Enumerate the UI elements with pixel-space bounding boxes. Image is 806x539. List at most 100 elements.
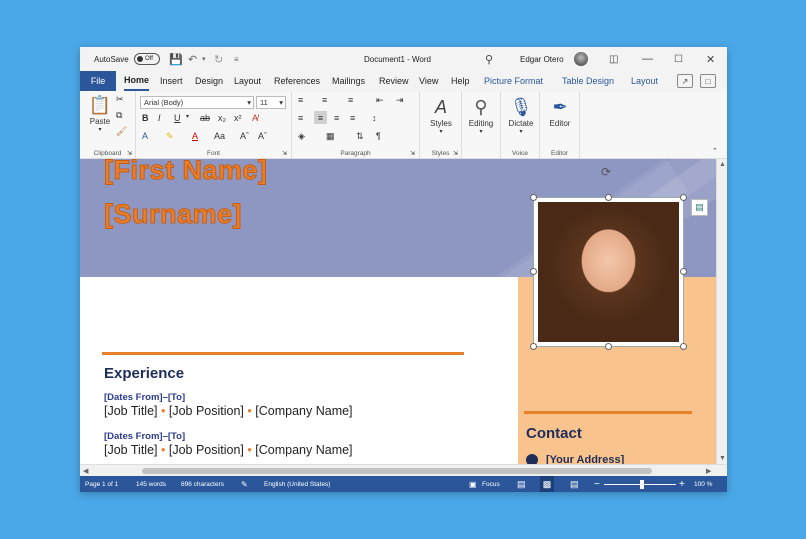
layout-options-icon[interactable]: ▤ <box>691 199 708 216</box>
entry-dates[interactable]: [Dates From]–[To] <box>104 392 185 403</box>
tab-design[interactable]: Design <box>195 71 223 91</box>
zoom-in-icon[interactable]: + <box>679 476 685 492</box>
tab-table-layout[interactable]: Layout <box>631 71 658 91</box>
editor-button[interactable]: ✒ Editor <box>543 95 577 129</box>
clear-formatting-icon[interactable]: A̸ <box>252 113 258 123</box>
shading-icon[interactable]: ◈ <box>298 131 305 142</box>
tab-help[interactable]: Help <box>451 71 470 91</box>
document-area[interactable]: [First Name] [Surname] ⟳ ▤ Experience [D… <box>80 159 716 464</box>
format-painter-icon[interactable]: 🖌 <box>116 126 127 137</box>
web-layout-icon[interactable]: ▤ <box>570 476 579 492</box>
focus-icon[interactable]: ▣ <box>469 476 477 492</box>
clipboard-launcher-icon[interactable]: ⇲ <box>127 150 132 157</box>
document-page[interactable]: [First Name] [Surname] ⟳ ▤ Experience [D… <box>80 159 716 464</box>
minimize-icon[interactable]: — <box>642 47 653 71</box>
superscript-icon[interactable]: x² <box>234 113 242 123</box>
horizontal-scroll-thumb[interactable] <box>142 468 652 474</box>
proofing-icon[interactable]: ✎ <box>241 476 248 492</box>
borders-icon[interactable]: ▦ <box>326 131 335 142</box>
resize-handle[interactable] <box>680 268 687 275</box>
focus-button[interactable]: Focus <box>482 476 500 492</box>
page-count[interactable]: Page 1 of 1 <box>85 476 118 492</box>
maximize-icon[interactable]: ☐ <box>674 47 683 71</box>
scroll-left-icon[interactable]: ◀ <box>83 467 88 475</box>
rotate-handle-icon[interactable]: ⟳ <box>601 165 611 179</box>
save-icon[interactable]: 💾 <box>169 47 183 71</box>
bold-icon[interactable]: B <box>142 113 149 123</box>
numbering-icon[interactable]: ≡ <box>322 95 327 105</box>
collapse-ribbon-icon[interactable]: ⌃ <box>712 147 718 155</box>
justify-icon[interactable]: ≡ <box>350 113 355 123</box>
change-case-icon[interactable]: Aa <box>214 131 225 141</box>
resize-handle[interactable] <box>530 194 537 201</box>
entry-job-line[interactable]: [Job Title] • [Job Position] • [Company … <box>104 443 353 457</box>
experience-heading[interactable]: Experience <box>104 365 184 382</box>
editing-button[interactable]: ⚲ Editing ▾ <box>464 95 498 136</box>
comments-icon[interactable]: □ <box>700 74 716 88</box>
resize-handle[interactable] <box>680 194 687 201</box>
print-layout-icon[interactable]: ▩ <box>540 476 554 492</box>
paragraph-launcher-icon[interactable]: ⇲ <box>410 150 415 157</box>
copy-icon[interactable]: ⧉ <box>116 110 122 121</box>
sort-icon[interactable]: ⇅ <box>356 131 364 142</box>
styles-button[interactable]: A Styles ▾ <box>424 95 458 136</box>
tab-mailings[interactable]: Mailings <box>332 71 365 91</box>
font-color-icon[interactable]: A <box>192 131 198 141</box>
undo-dropdown-icon[interactable]: ▾ <box>202 47 206 71</box>
tab-insert[interactable]: Insert <box>160 71 183 91</box>
language-status[interactable]: English (United States) <box>264 476 330 492</box>
resize-handle[interactable] <box>680 343 687 350</box>
show-formatting-icon[interactable]: ¶ <box>376 131 381 141</box>
font-name-dropdown[interactable]: Arial (Body) ▾ <box>140 96 254 109</box>
contact-heading[interactable]: Contact <box>526 425 582 442</box>
align-center-icon[interactable]: ≡ <box>314 111 327 124</box>
cut-icon[interactable]: ✂ <box>116 94 124 105</box>
highlight-icon[interactable]: ✎ <box>166 131 174 142</box>
grow-font-icon[interactable]: Aˆ <box>240 131 249 141</box>
close-icon[interactable]: ✕ <box>706 47 715 71</box>
character-count[interactable]: 896 characters <box>181 476 224 492</box>
bullets-icon[interactable]: ≡ <box>298 95 303 105</box>
dictate-button[interactable]: 🎙 Dictate ▾ <box>504 95 538 136</box>
user-avatar[interactable] <box>574 47 588 71</box>
resize-handle[interactable] <box>530 343 537 350</box>
address-line[interactable]: [Your Address] <box>526 454 624 464</box>
vertical-scrollbar[interactable]: ▲ ▼ <box>716 159 727 464</box>
resize-handle[interactable] <box>605 343 612 350</box>
styles-launcher-icon[interactable]: ⇲ <box>453 150 458 157</box>
align-left-icon[interactable]: ≡ <box>298 113 303 123</box>
font-launcher-icon[interactable]: ⇲ <box>282 150 287 157</box>
decrease-indent-icon[interactable]: ⇤ <box>376 95 384 106</box>
tab-references[interactable]: References <box>274 71 320 91</box>
subscript-icon[interactable]: x₂ <box>218 113 226 123</box>
word-count[interactable]: 145 words <box>136 476 166 492</box>
underline-icon[interactable]: U <box>174 113 181 123</box>
first-name-placeholder[interactable]: [First Name] <box>104 159 268 186</box>
profile-photo[interactable] <box>533 197 684 347</box>
tab-review[interactable]: Review <box>379 71 409 91</box>
user-name[interactable]: Edgar Otero <box>520 47 564 71</box>
entry-dates[interactable]: [Dates From]–[To] <box>104 431 185 442</box>
underline-dropdown-icon[interactable]: ▾ <box>186 113 189 120</box>
zoom-slider-thumb[interactable] <box>640 480 644 489</box>
undo-icon[interactable]: ↶ <box>188 47 197 71</box>
horizontal-scrollbar[interactable]: ◀ ▶ <box>80 464 727 476</box>
resize-handle[interactable] <box>605 194 612 201</box>
redo-icon[interactable]: ↻ <box>214 47 223 71</box>
surname-placeholder[interactable]: [Surname] <box>103 199 242 230</box>
customize-toolbar-icon[interactable]: ≡ <box>234 47 239 71</box>
strikethrough-icon[interactable]: ab <box>200 113 210 123</box>
scroll-up-icon[interactable]: ▲ <box>719 161 726 168</box>
search-icon[interactable]: ⚲ <box>485 47 493 71</box>
zoom-out-icon[interactable]: − <box>594 476 600 492</box>
shrink-font-icon[interactable]: Aˇ <box>258 131 267 141</box>
resize-handle[interactable] <box>530 268 537 275</box>
multilevel-list-icon[interactable]: ≡ <box>348 95 353 105</box>
entry-job-line[interactable]: [Job Title] • [Job Position] • [Company … <box>104 404 353 418</box>
tab-view[interactable]: View <box>419 71 438 91</box>
tab-home[interactable]: Home <box>124 71 150 91</box>
text-effects-icon[interactable]: A <box>142 131 148 141</box>
italic-icon[interactable]: I <box>158 113 161 123</box>
align-right-icon[interactable]: ≡ <box>334 113 339 123</box>
zoom-level[interactable]: 100 % <box>694 476 712 492</box>
